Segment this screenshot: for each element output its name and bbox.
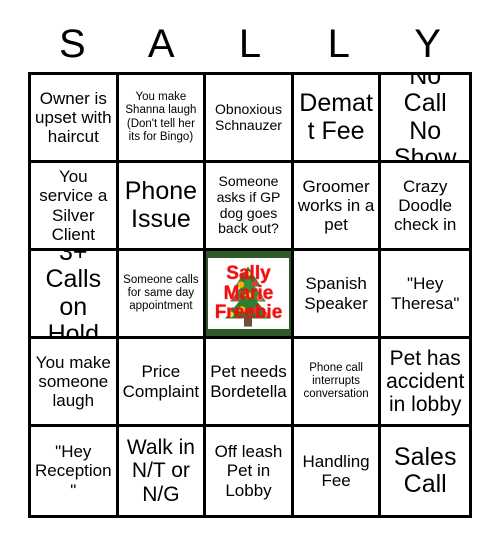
bingo-cell-text: Walk in N/T or N/G (126, 436, 195, 506)
bingo-cell-r1c4[interactable]: Dematt Fee (293, 75, 382, 163)
bingo-cell-r2c2[interactable]: Phone Issue (118, 163, 207, 251)
bingo-cell-r4c5[interactable]: Pet has accident in lobby (381, 339, 469, 427)
title-letter-2: A (147, 22, 175, 66)
bingo-cell-text: Crazy Doodle check in (394, 176, 457, 235)
bingo-cell-text: Spanish Speaker (304, 274, 368, 313)
title-letter-4: L (327, 22, 350, 66)
bingo-cell-text: Phone call interrupts conversation (303, 361, 369, 401)
bingo-cell-r5c2[interactable]: Walk in N/T or N/G (118, 427, 207, 515)
bingo-cell-r3c1[interactable]: 3+ Calls on Hold (31, 251, 119, 339)
bingo-cell-r1c3[interactable]: Obnoxious Schnauzer (206, 75, 294, 163)
bingo-grid: Owner is upset with haircut You make Shan… (28, 72, 472, 518)
free-space-line-3: Freebie (214, 302, 283, 324)
bingo-cell-text: Off leash Pet in Lobby (214, 442, 283, 500)
bingo-cell-text: Handling Fee (302, 451, 370, 490)
bingo-cell-text: Someone asks if GP dog goes back out? (216, 172, 281, 237)
bingo-cell-r2c1[interactable]: You service a Silver Client (31, 163, 119, 251)
bingo-cell-text: No Call No Show (393, 75, 457, 163)
bingo-cell-r4c3[interactable]: Pet needs Bordetella (206, 339, 294, 427)
bingo-cell-r5c3[interactable]: Off leash Pet in Lobby (206, 427, 294, 515)
bingo-cell-r2c4[interactable]: Groomer works in a pet (293, 163, 382, 251)
bingo-cell-text: Price Complaint (122, 362, 200, 401)
bingo-cell-text: "Hey Reception" (35, 442, 112, 500)
bingo-cell-r4c4[interactable]: Phone call interrupts conversation (293, 339, 382, 427)
bingo-cell-text: Dematt Fee (299, 89, 373, 145)
bingo-cell-r1c2[interactable]: You make Shanna laugh (Don't tell her it… (118, 75, 207, 163)
bingo-cell-text: Obnoxious Schnauzer (215, 100, 282, 133)
bingo-cell-r3c5[interactable]: "Hey Theresa" (381, 251, 469, 339)
title-letter-5: Y (414, 22, 441, 66)
bingo-cell-r5c1[interactable]: "Hey Reception" (31, 427, 119, 515)
title-letter-1: S (59, 22, 86, 66)
bingo-cell-r2c3[interactable]: Someone asks if GP dog goes back out? (206, 163, 294, 251)
bingo-cell-text: You make Shanna laugh (Don't tell her it… (125, 90, 197, 143)
free-space[interactable]: Sally Marie Freebie (206, 251, 291, 336)
free-space-label: Sally Marie Freebie (208, 262, 289, 324)
bingo-cell-r3c3[interactable]: Sally Marie Freebie (206, 251, 294, 339)
bingo-cell-r4c2[interactable]: Price Complaint (118, 339, 207, 427)
free-space-line-2: Marie (223, 282, 274, 304)
bingo-cell-r1c5[interactable]: No Call No Show (381, 75, 469, 163)
bingo-cell-text: You make someone laugh (35, 352, 111, 411)
bingo-cell-text: Groomer works in a pet (297, 176, 375, 235)
bingo-cell-text: Pet has accident in lobby (386, 346, 465, 417)
bingo-card: S A L L Y Owner is upset with haircut You… (0, 0, 501, 544)
bingo-cell-text: Owner is upset with haircut (35, 88, 112, 147)
bingo-cell-r3c2[interactable]: Someone calls for same day appointment (118, 251, 207, 339)
bingo-cell-r4c1[interactable]: You make someone laugh (31, 339, 119, 427)
bingo-cell-text: 3+ Calls on Hold (45, 251, 102, 339)
bingo-title-row: S A L L Y (28, 16, 472, 72)
bingo-cell-text: "Hey Theresa" (390, 274, 460, 313)
title-letter-3: L (238, 22, 262, 66)
bingo-cell-r2c5[interactable]: Crazy Doodle check in (381, 163, 469, 251)
bingo-cell-text: Pet needs Bordetella (210, 362, 287, 401)
bingo-cell-text: Someone calls for same day appointment (123, 273, 199, 313)
bingo-cell-r5c5[interactable]: Sales Call (381, 427, 469, 515)
bingo-cell-text: You service a Silver Client (39, 167, 108, 244)
bingo-cell-r3c4[interactable]: Spanish Speaker (293, 251, 382, 339)
free-space-line-1: Sally (226, 262, 271, 284)
bingo-cell-r1c1[interactable]: Owner is upset with haircut (31, 75, 119, 163)
bingo-cell-text: Phone Issue (124, 177, 198, 233)
bingo-cell-text: Sales Call (393, 442, 457, 498)
bingo-cell-r5c4[interactable]: Handling Fee (293, 427, 382, 515)
